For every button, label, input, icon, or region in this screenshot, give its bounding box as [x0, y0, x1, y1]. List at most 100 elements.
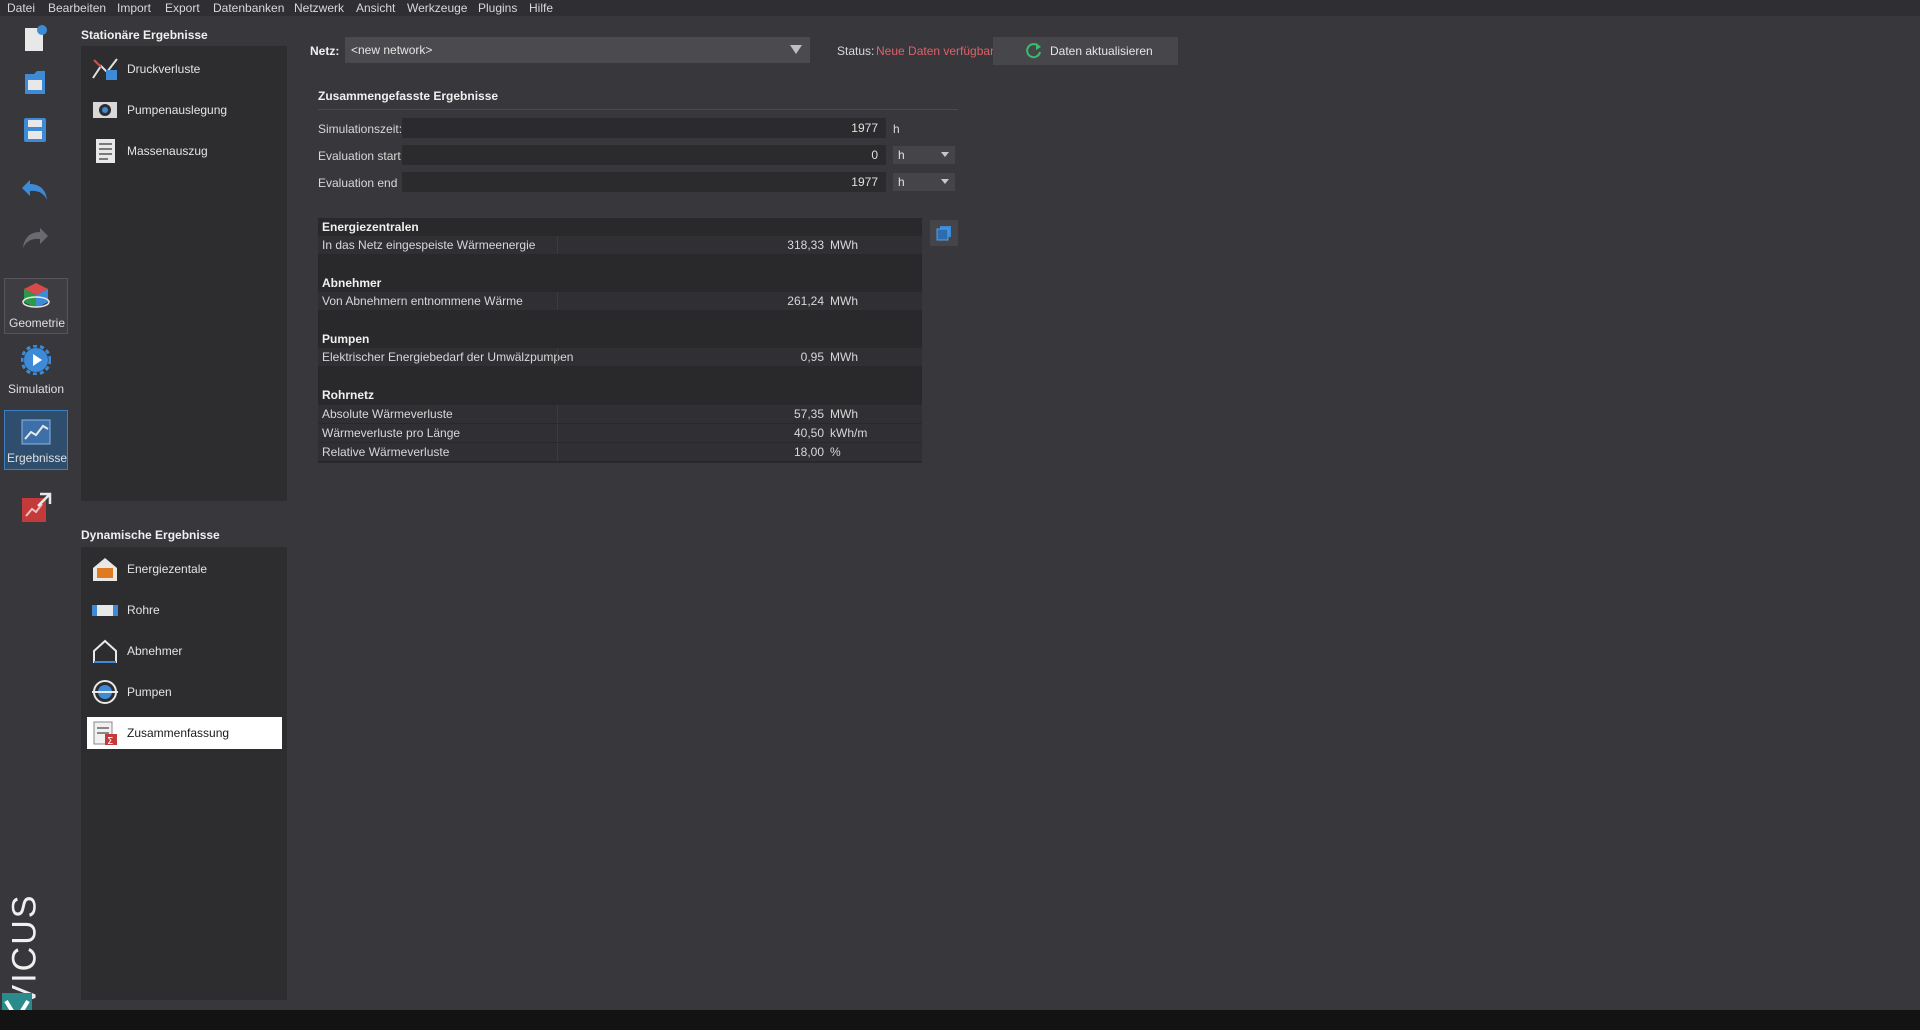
network-label: Netz:	[310, 44, 340, 58]
row-unit: kWh/m	[830, 426, 868, 440]
menu-bearbeiten[interactable]: Bearbeiten	[48, 1, 106, 15]
eval-end-unit-select[interactable]: h	[893, 173, 955, 191]
sim-time-value: 1977	[851, 121, 878, 135]
row-value: 261,24	[787, 294, 824, 308]
eval-end-label: Evaluation end	[318, 176, 398, 190]
row-label: Absolute Wärmeverluste	[322, 407, 453, 421]
row-label: Relative Wärmeverluste	[322, 445, 450, 459]
eval-start-label: Evaluation start	[318, 149, 401, 163]
stationary-results-title: Stationäre Ergebnisse	[81, 28, 208, 42]
row-label: In das Netz eingespeiste Wärmeenergie	[322, 238, 536, 252]
simulation-gear-icon	[21, 345, 51, 375]
nav-zusammenfassung[interactable]: Σ Zusammenfassung	[87, 717, 282, 749]
row-label: Elektrischer Energiebedarf der Umwälzpum…	[322, 350, 574, 364]
nav-label: Pumpenauslegung	[127, 103, 228, 117]
network-select[interactable]: <new network>	[345, 37, 810, 63]
table-row: Von Abnehmern entnommene Wärme 261,24 MW…	[318, 292, 922, 310]
eval-start-unit-select[interactable]: h	[893, 146, 955, 164]
undo-icon[interactable]	[20, 176, 50, 204]
nav-pumpen[interactable]: Pumpen	[87, 676, 282, 708]
row-unit: MWh	[830, 238, 858, 252]
nav-druckverluste[interactable]: Druckverluste	[87, 53, 282, 85]
summary-icon: Σ	[93, 721, 117, 746]
summary-title: Zusammengefasste Ergebnisse	[318, 89, 499, 103]
menu-datenbanken[interactable]: Datenbanken	[213, 1, 284, 15]
consumer-house-icon	[93, 639, 117, 663]
results-label: Ergebnisse	[6, 451, 68, 465]
results-chart-icon	[21, 419, 51, 445]
row-unit: %	[830, 445, 841, 459]
chevron-down-icon	[941, 152, 949, 157]
section-header: Rohrnetz	[318, 386, 922, 404]
nav-label: Energiezentale	[127, 562, 208, 576]
section-title: Energiezentralen	[322, 220, 419, 234]
menu-netzwerk[interactable]: Netzwerk	[294, 1, 344, 15]
eval-end-field[interactable]: 1977	[402, 172, 886, 192]
nav-pumpenauslegung[interactable]: Pumpenauslegung	[87, 94, 282, 126]
geometry-icon	[22, 283, 50, 308]
nav-label: Abnehmer	[127, 644, 183, 658]
sim-time-unit: h	[893, 122, 900, 136]
geometry-mode-button[interactable]: Geometrie	[4, 278, 68, 334]
status-bar	[0, 1010, 1920, 1030]
nav-rohre[interactable]: Rohre	[87, 594, 282, 626]
redo-icon[interactable]	[20, 224, 50, 252]
table-row: Relative Wärmeverluste 18,00 %	[318, 443, 922, 461]
pipe-icon	[92, 605, 118, 616]
menu-ansicht[interactable]: Ansicht	[356, 1, 395, 15]
chevron-down-icon	[790, 45, 802, 54]
results-mode-button[interactable]: Ergebnisse	[4, 410, 68, 470]
copy-icon	[936, 226, 951, 241]
section-title: Rohrnetz	[322, 388, 374, 402]
vicus-brand: VICUS	[2, 871, 43, 1026]
status-label: Status:	[837, 44, 875, 58]
dynamic-results-title: Dynamische Ergebnisse	[81, 528, 220, 542]
eval-end-unit: h	[898, 175, 905, 189]
copy-to-clipboard-button[interactable]	[930, 220, 958, 246]
nav-massenauszug[interactable]: Massenauszug	[87, 135, 282, 167]
section-header: Abnehmer	[318, 274, 922, 292]
svg-text:Σ: Σ	[107, 736, 113, 746]
menu-export[interactable]: Export	[165, 1, 200, 15]
export-results-icon[interactable]	[20, 492, 52, 524]
nav-label: Massenauszug	[127, 144, 208, 158]
refresh-icon	[1026, 43, 1041, 59]
nav-energiezentale[interactable]: Energiezentale	[87, 553, 282, 585]
sim-time-field: 1977	[402, 118, 886, 138]
new-file-icon[interactable]	[22, 24, 48, 54]
save-icon[interactable]	[22, 116, 48, 146]
section-title: Pumpen	[322, 332, 370, 346]
section-header: Pumpen	[318, 330, 922, 348]
table-row: Absolute Wärmeverluste 57,35 MWh	[318, 405, 922, 423]
row-value: 0,95	[800, 350, 824, 364]
menu-import[interactable]: Import	[117, 1, 151, 15]
pressure-loss-icon	[92, 58, 118, 80]
bill-of-quantities-icon	[96, 139, 115, 163]
status-value: Neue Daten verfügbar	[876, 44, 995, 58]
chevron-down-icon	[941, 179, 949, 184]
main-toolbar: Geometrie Simulation Ergebnisse VICUS	[0, 16, 70, 1025]
nav-abnehmer[interactable]: Abnehmer	[87, 635, 282, 667]
row-value: 57,35	[793, 407, 824, 421]
table-row: In das Netz eingespeiste Wärmeenergie 31…	[318, 236, 922, 254]
menu-hilfe[interactable]: Hilfe	[529, 1, 553, 15]
menu-werkzeuge[interactable]: Werkzeuge	[407, 1, 467, 15]
table-row: Wärmeverluste pro Länge 40,50 kWh/m	[318, 424, 922, 442]
simulation-mode-button[interactable]: Simulation	[4, 343, 66, 397]
refresh-data-button[interactable]: Daten aktualisieren	[993, 37, 1178, 65]
eval-start-field[interactable]: 0	[402, 145, 886, 165]
eval-start-unit: h	[898, 148, 905, 162]
row-unit: MWh	[830, 350, 858, 364]
nav-label: Zusammenfassung	[127, 726, 230, 740]
menu-datei[interactable]: Datei	[7, 1, 35, 15]
nav-label: Rohre	[127, 603, 160, 617]
menu-plugins[interactable]: Plugins	[478, 1, 517, 15]
row-label: Von Abnehmern entnommene Wärme	[322, 294, 523, 308]
open-file-icon[interactable]	[22, 68, 48, 98]
summary-divider	[318, 109, 958, 110]
brand-name: VICUS	[5, 893, 44, 1008]
section-title: Abnehmer	[322, 276, 382, 290]
row-value: 18,00	[793, 445, 824, 459]
network-select-value: <new network>	[351, 43, 433, 57]
nav-label: Druckverluste	[127, 62, 201, 76]
